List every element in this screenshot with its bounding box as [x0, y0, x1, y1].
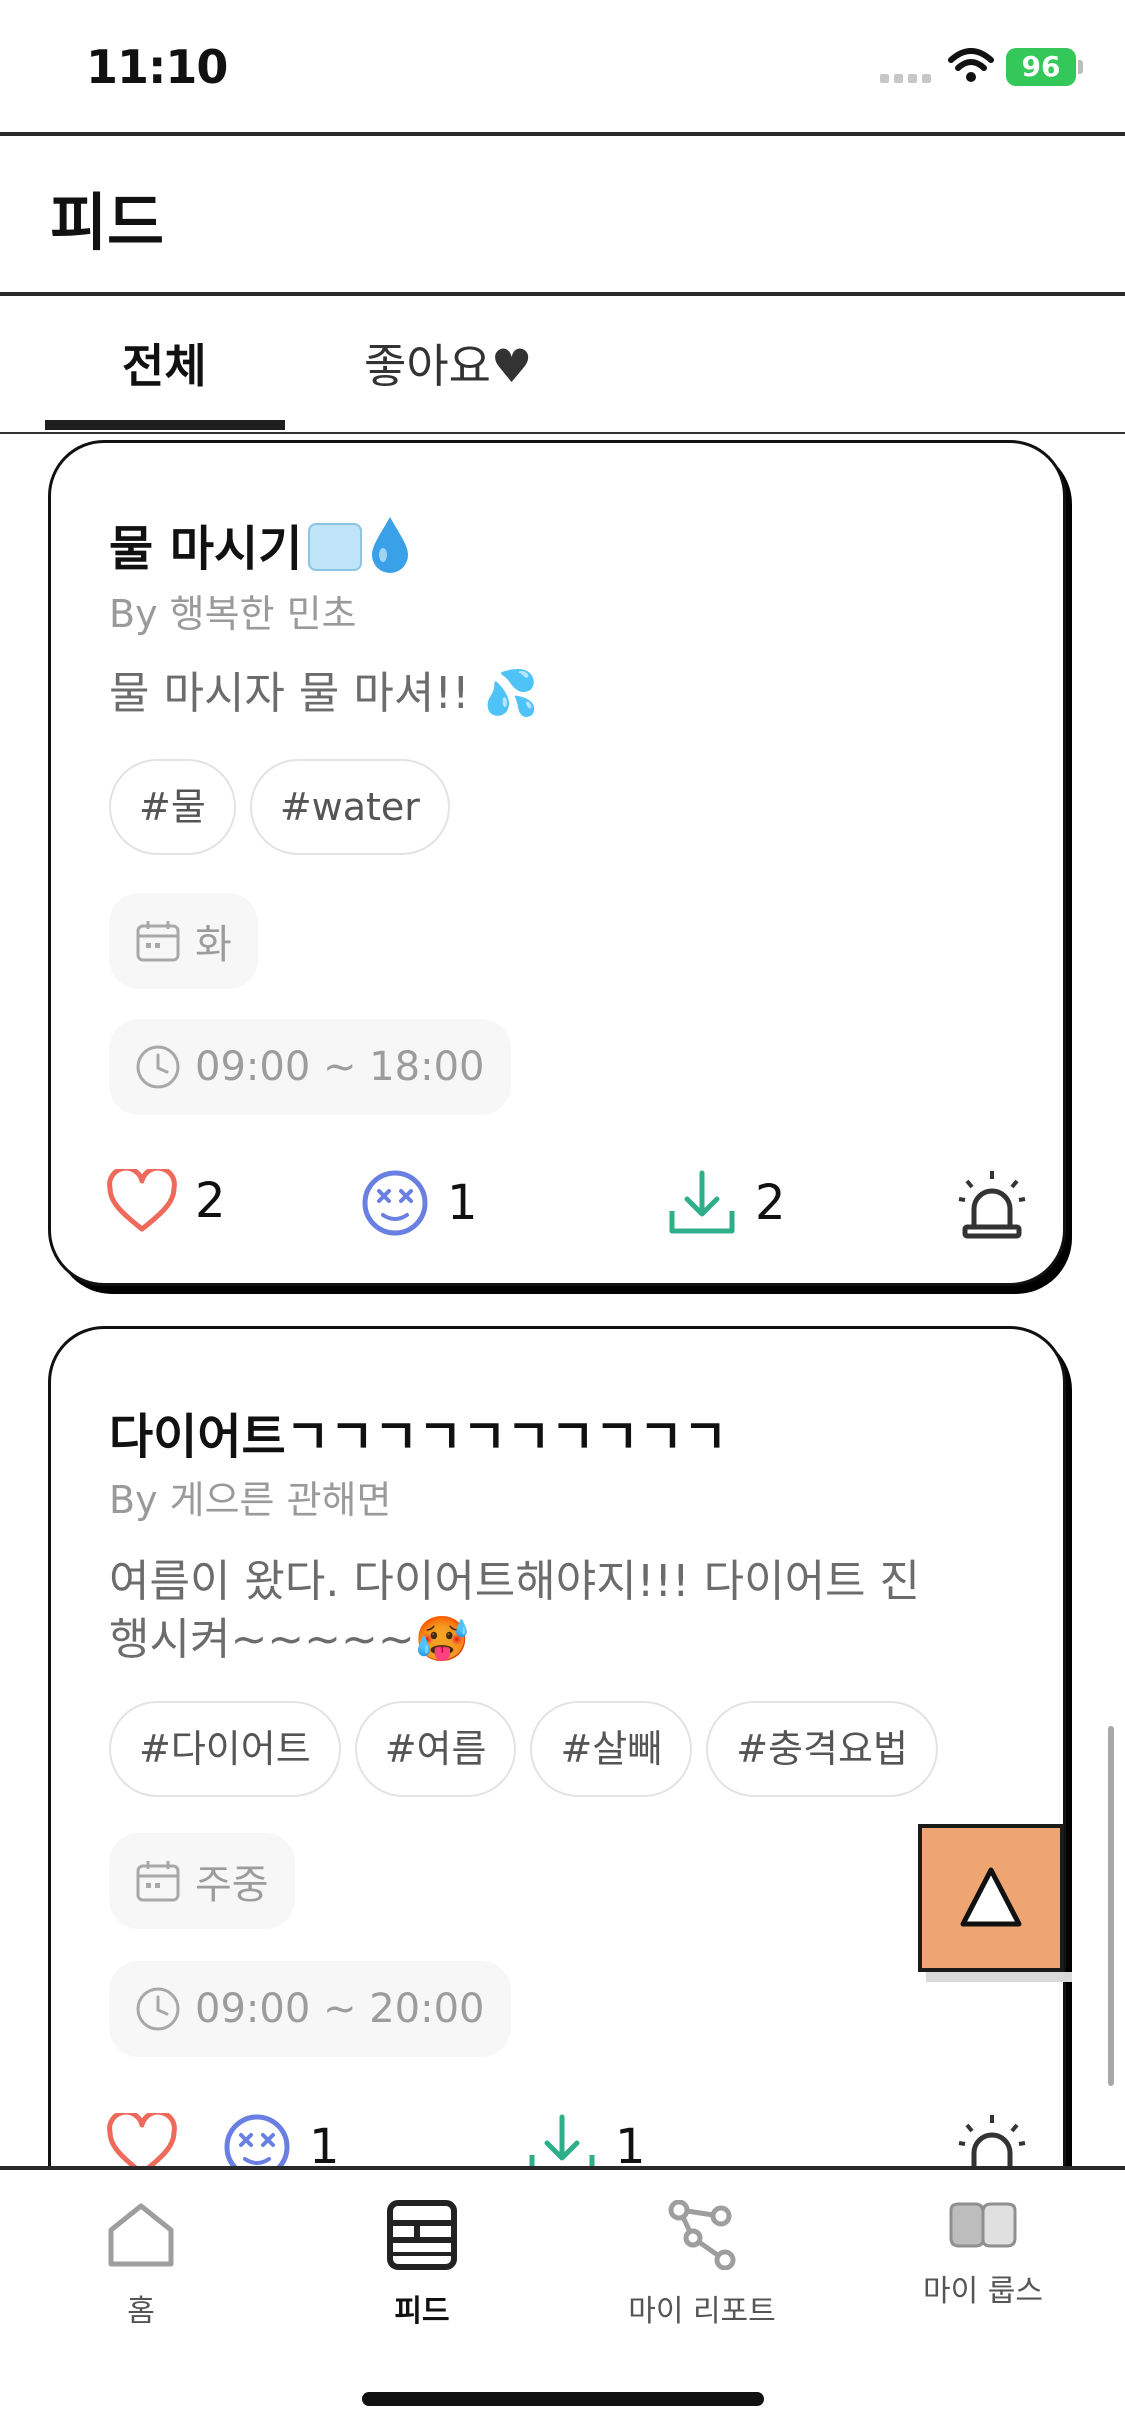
home-icon: [108, 2203, 174, 2267]
active-tab-indicator: [45, 420, 285, 430]
card-description: 물 마시자 물 마셔!! 💦: [109, 668, 539, 719]
clock-icon: [136, 1045, 180, 1089]
like-stat[interactable]: [107, 2113, 195, 2168]
time-range: 09:00 ~ 20:00: [109, 1961, 511, 2057]
repeat-days-text: 주중: [195, 1862, 269, 1908]
download-icon[interactable]: [667, 1169, 737, 1237]
wifi-icon: [948, 48, 994, 82]
card-title: 물 마시기: [109, 509, 410, 579]
tag-chip[interactable]: #water: [249, 759, 450, 855]
triangle-up-icon: [960, 1867, 1022, 1927]
repeat-days: 화: [109, 893, 258, 989]
tab-bar: 전체 좋아요♥: [0, 296, 1125, 434]
nav-my-loops[interactable]: 마이 룹스: [863, 2200, 1103, 2310]
calendar-icon: [136, 921, 180, 962]
tab-all[interactable]: 전체: [122, 330, 207, 396]
card-stats: 1 1: [107, 2113, 1027, 2168]
card-body[interactable]: 다이어트ㄱㄱㄱㄱㄱㄱㄱㄱㄱㄱ By 게으른 관해면 여름이 왔다. 다이어트해야…: [48, 1326, 1066, 2168]
dizzy-face-icon[interactable]: [223, 2113, 291, 2168]
tag-chip[interactable]: #물: [109, 759, 236, 855]
ice-cube-icon: [308, 523, 363, 571]
dizzy-face-icon[interactable]: [361, 1169, 429, 1237]
mock-stat[interactable]: 1: [223, 2113, 340, 2168]
card-author: By 게으른 관해면: [109, 1478, 392, 1522]
card-title: 다이어트ㄱㄱㄱㄱㄱㄱㄱㄱㄱㄱ: [109, 1409, 728, 1465]
tag-chip[interactable]: #여름: [354, 1701, 517, 1797]
download-stat[interactable]: 2: [667, 1169, 786, 1237]
download-icon[interactable]: [527, 2113, 597, 2168]
status-bar: 11:10 96: [0, 0, 1125, 134]
time-range: 09:00 ~ 18:00: [109, 1019, 511, 1115]
tab-liked[interactable]: 좋아요♥: [364, 330, 532, 396]
repeat-days: 주중: [109, 1833, 295, 1929]
siren-icon[interactable]: [957, 1169, 1027, 1241]
scroll-top-shadow: [926, 1972, 1072, 1982]
nav-feed[interactable]: 피드: [302, 2200, 542, 2330]
mock-count: 1: [447, 1175, 478, 1231]
tag-chip[interactable]: #살빼: [530, 1701, 693, 1797]
card-description: 여름이 왔다. 다이어트해야지!!! 다이어트 진행시켜~~~~~🥵: [109, 1556, 921, 1665]
mock-stat[interactable]: 1: [361, 1169, 478, 1237]
nav-home[interactable]: 홈: [21, 2200, 261, 2330]
nav-feed-label: 피드: [394, 2294, 450, 2329]
card-body[interactable]: 물 마시기 By 행복한 민초 물 마시자 물 마셔!! 💦 #물 #water…: [48, 440, 1066, 1286]
heart-icon[interactable]: [107, 2113, 177, 2168]
scrollbar[interactable]: [1108, 1726, 1114, 2086]
cellular-signal-icon: [880, 74, 934, 84]
scroll-to-top-button[interactable]: [918, 1824, 1064, 1972]
heart-icon[interactable]: [107, 1169, 177, 1233]
droplet-icon: [372, 517, 409, 573]
battery-indicator: 96: [1006, 48, 1076, 86]
nav-my-report[interactable]: 마이 리포트: [582, 2199, 822, 2330]
feed-icon: [387, 2200, 457, 2270]
card-author: By 행복한 민초: [109, 592, 357, 636]
tag-list: #다이어트 #여름 #살빼 #충격요법: [109, 1701, 938, 1797]
like-stat[interactable]: 2: [107, 1169, 226, 1233]
card-stats: 2 1 2: [107, 1169, 1027, 1249]
report-icon: [668, 2199, 736, 2271]
mock-count: 1: [309, 2119, 340, 2168]
nav-my-loops-label: 마이 룹스: [923, 2274, 1043, 2309]
calendar-icon: [136, 1861, 180, 1902]
nav-home-label: 홈: [127, 2294, 155, 2329]
clock-icon: [136, 1987, 180, 2031]
download-count: 1: [615, 2119, 646, 2168]
card-title-text: 물 마시기: [109, 521, 303, 577]
status-time: 11:10: [86, 40, 228, 94]
page-header: 피드: [0, 136, 1125, 293]
download-count: 2: [755, 1175, 786, 1231]
home-indicator[interactable]: [362, 2392, 764, 2406]
feed-card[interactable]: 물 마시기 By 행복한 민초 물 마시자 물 마셔!! 💦 #물 #water…: [48, 440, 1074, 1300]
time-range-text: 09:00 ~ 18:00: [195, 1044, 485, 1090]
time-range-text: 09:00 ~ 20:00: [195, 1986, 485, 2032]
download-stat[interactable]: 1: [527, 2113, 646, 2168]
like-count: 2: [195, 1173, 226, 1229]
feed-card[interactable]: 다이어트ㄱㄱㄱㄱㄱㄱㄱㄱㄱㄱ By 게으른 관해면 여름이 왔다. 다이어트해야…: [48, 1326, 1074, 2168]
nav-my-report-label: 마이 리포트: [628, 2294, 776, 2329]
loops-icon: [949, 2202, 1017, 2248]
siren-icon[interactable]: [957, 2113, 1027, 2168]
repeat-days-text: 화: [195, 922, 232, 968]
battery-tip: [1078, 60, 1083, 74]
tag-chip[interactable]: #충격요법: [706, 1701, 938, 1797]
tag-list: #물 #water: [109, 759, 450, 855]
page-title: 피드: [50, 186, 165, 259]
tag-chip[interactable]: #다이어트: [109, 1701, 341, 1797]
